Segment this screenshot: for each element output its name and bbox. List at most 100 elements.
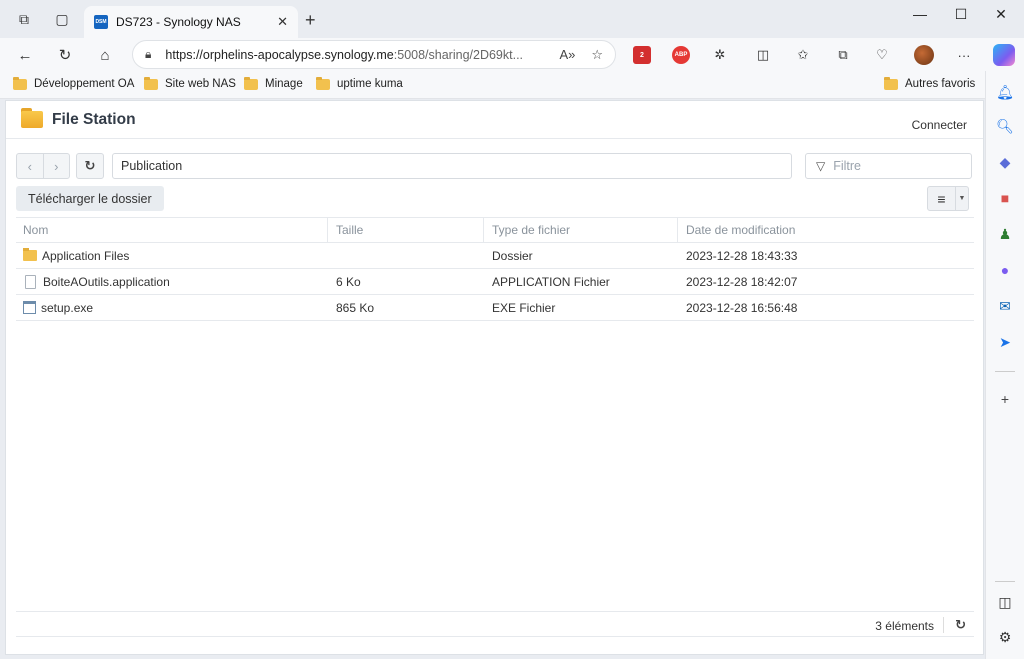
search-icon[interactable]: 🔍︎ [995, 116, 1015, 136]
extensions-puzzle-icon[interactable]: ✲ [711, 46, 729, 64]
copilot-icon[interactable] [993, 44, 1015, 66]
column-date[interactable]: Date de modification [678, 223, 974, 237]
view-mode-button[interactable]: ≡ ▼ [927, 186, 969, 211]
file-station-folder-icon [21, 108, 43, 128]
filter-funnel-icon: ▽ [816, 159, 826, 173]
file-date: 2023-12-28 18:43:33 [686, 248, 798, 263]
folder-icon [884, 76, 898, 90]
list-view-icon[interactable]: ≡ [928, 187, 956, 210]
collections-icon[interactable]: ⧉ [834, 46, 852, 64]
folder-icon [23, 248, 37, 261]
favorite-star-icon[interactable]: ☆ [591, 47, 603, 63]
reload-icon[interactable]: ↻ [54, 44, 76, 66]
bookmark-folder[interactable]: uptime kuma [316, 76, 403, 90]
column-name[interactable]: Nom [16, 218, 328, 242]
games-icon[interactable]: ♟ [995, 224, 1015, 244]
filter-placeholder: Filtre [833, 159, 862, 173]
bookmark-folder[interactable]: Développement OA [13, 76, 134, 90]
tab-actions-icon[interactable]: ▢ [52, 9, 72, 29]
maximize-icon[interactable]: ☐ [951, 6, 971, 23]
table-row[interactable]: setup.exe 865 Ko EXE Fichier 2023-12-28 … [16, 295, 974, 321]
bookmark-folder[interactable]: Site web NAS [144, 76, 236, 90]
file-date: 2023-12-28 18:42:07 [686, 274, 798, 289]
browser-toolbar: ← ↻ ⌂ 🔒︎ https://orphelins-apocalypse.sy… [0, 38, 1024, 71]
drop-send-icon[interactable]: ➤ [995, 332, 1015, 352]
table-row[interactable]: BoiteAOutils.application 6 Ko APPLICATIO… [16, 269, 974, 295]
table-row[interactable]: Application Files Dossier 2023-12-28 18:… [16, 243, 974, 269]
tools-briefcase-icon[interactable]: ■ [995, 188, 1015, 208]
path-field[interactable]: Publication [112, 153, 792, 179]
tab-title: DS723 - Synology NAS [116, 15, 241, 29]
file-station-page: File Station Connecter ‹ › ↻ Publication… [5, 100, 984, 655]
split-screen-icon[interactable]: ◫ [754, 46, 772, 64]
hide-sidebar-icon[interactable]: ◫ [995, 592, 1015, 612]
other-favorites-folder[interactable]: Autres favoris [884, 76, 975, 90]
folder-icon [316, 76, 330, 90]
filter-input[interactable]: ▽ Filtre [805, 153, 972, 179]
history-nav: ‹ › [16, 153, 70, 179]
file-size: 6 Ko [336, 274, 361, 289]
table-header: Nom Taille Type de fichier Date de modif… [16, 217, 974, 243]
bookmark-folder[interactable]: Minage [244, 76, 303, 90]
chevron-down-icon[interactable]: ▼ [956, 187, 968, 210]
file-name: BoiteAOutils.application [43, 274, 170, 289]
sidebar-settings-icon[interactable]: ⚙ [995, 627, 1015, 647]
folder-icon [13, 76, 27, 90]
notifications-bell-icon[interactable]: 🔔︎ [995, 82, 1015, 102]
folder-icon [244, 76, 258, 90]
download-folder-button[interactable]: Télécharger le dossier [16, 186, 164, 211]
refresh-icon: ↻ [84, 158, 96, 173]
workspaces-icon[interactable]: ⧉ [14, 9, 34, 29]
file-date: 2023-12-28 16:56:48 [686, 300, 798, 315]
column-size[interactable]: Taille [328, 218, 484, 242]
site-info-icon[interactable]: 🔒︎ [145, 47, 151, 62]
home-icon[interactable]: ⌂ [94, 44, 116, 66]
app-title: File Station [52, 111, 136, 128]
favorites-bar: Développement OA Site web NAS Minage upt… [0, 71, 1024, 99]
app-header: File Station Connecter [6, 101, 983, 139]
exe-icon [23, 301, 36, 314]
status-bar: 3 éléments ↻ [16, 611, 974, 637]
close-window-icon[interactable]: ✕ [991, 6, 1011, 23]
synology-dsm-icon: DSM [94, 15, 108, 29]
profile-avatar[interactable] [914, 45, 934, 65]
file-table: Nom Taille Type de fichier Date de modif… [16, 217, 974, 321]
file-type: Dossier [492, 248, 533, 263]
adblock-plus-icon[interactable]: ABP [672, 46, 690, 64]
close-tab-icon[interactable]: ✕ [277, 14, 288, 30]
new-tab-icon[interactable]: + [305, 10, 316, 31]
add-sidebar-app-icon[interactable]: + [995, 389, 1015, 409]
back-icon[interactable]: ← [14, 44, 36, 66]
more-menu-icon[interactable]: ··· [955, 46, 973, 64]
file-icon [25, 274, 36, 289]
refresh-button[interactable]: ↻ [76, 153, 104, 179]
nav-forward-icon[interactable]: › [44, 154, 70, 178]
favorites-icon[interactable]: ✩ [794, 46, 812, 64]
file-name: setup.exe [41, 300, 94, 315]
file-name: Application Files [42, 248, 130, 263]
read-aloud-icon[interactable]: A» [559, 47, 575, 63]
url-text: https://orphelins-apocalypse.synology.me… [165, 47, 524, 62]
folder-icon [144, 76, 158, 90]
shopping-tag-icon[interactable]: ◆ [995, 152, 1015, 172]
minimize-icon[interactable]: — [910, 6, 930, 22]
connect-link[interactable]: Connecter [912, 118, 967, 132]
browser-titlebar: ⧉ ▢ DSM DS723 - Synology NAS ✕ + — ☐ ✕ [0, 0, 1024, 38]
nav-back-icon[interactable]: ‹ [17, 154, 44, 178]
file-type: EXE Fichier [492, 300, 556, 315]
browser-tab-active[interactable]: DSM DS723 - Synology NAS ✕ [84, 6, 298, 38]
footer-divider [943, 617, 944, 633]
edge-sidebar: 🔔︎ 🔍︎ ◆ ■ ♟ ● ✉ ➤ + ◫ ⚙ [985, 71, 1024, 659]
footer-refresh-icon[interactable]: ↻ [955, 617, 966, 633]
sidebar-divider [995, 371, 1015, 372]
column-type[interactable]: Type de fichier [484, 218, 678, 242]
browser-essentials-icon[interactable]: ♡ [873, 46, 891, 64]
extension-badge-icon[interactable]: 2 [633, 46, 651, 64]
file-type: APPLICATION Fichier [492, 274, 610, 289]
sidebar-divider [995, 581, 1015, 582]
outlook-icon[interactable]: ✉ [995, 296, 1015, 316]
file-size: 865 Ko [336, 300, 375, 315]
address-bar[interactable]: 🔒︎ https://orphelins-apocalypse.synology… [132, 40, 616, 69]
microsoft-365-icon[interactable]: ● [995, 260, 1015, 280]
item-count: 3 éléments [875, 619, 934, 633]
